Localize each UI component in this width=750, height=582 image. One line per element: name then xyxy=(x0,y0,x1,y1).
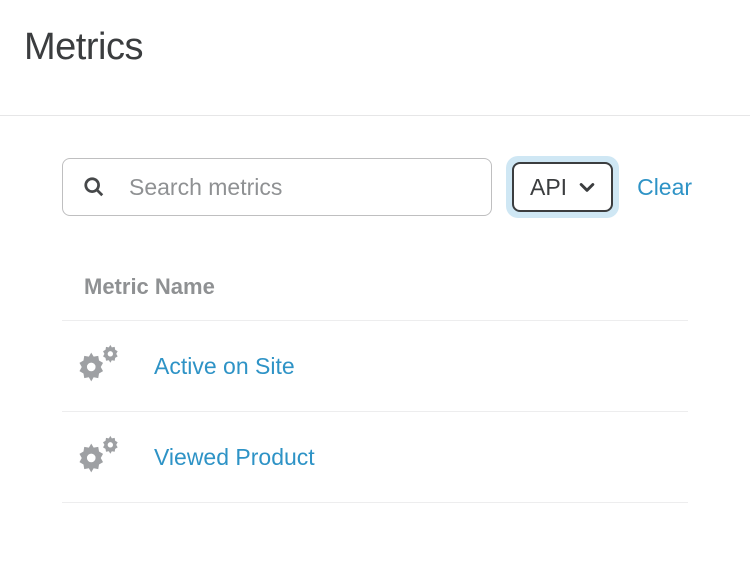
table-column-header: Metric Name xyxy=(62,274,688,321)
page-title: Metrics xyxy=(24,26,726,69)
table-row[interactable]: Viewed Product xyxy=(62,412,688,503)
controls-row: API Clear xyxy=(0,116,750,218)
metric-name-link[interactable]: Viewed Product xyxy=(154,444,315,471)
table-row[interactable]: Active on Site xyxy=(62,321,688,412)
clear-button[interactable]: Clear xyxy=(637,174,692,201)
gears-icon xyxy=(74,343,120,389)
search-icon xyxy=(83,176,105,198)
gears-icon xyxy=(74,434,120,480)
metrics-table: Metric Name Active on Site Viewed xyxy=(0,218,750,503)
filter-dropdown[interactable]: API xyxy=(512,162,613,212)
dropdown-focus-ring: API xyxy=(506,156,619,218)
page-header: Metrics xyxy=(0,0,750,116)
metric-name-link[interactable]: Active on Site xyxy=(154,353,295,380)
chevron-down-icon xyxy=(577,177,597,197)
search-input[interactable] xyxy=(129,174,471,201)
search-field-wrapper[interactable] xyxy=(62,158,492,216)
dropdown-selected-label: API xyxy=(530,174,567,201)
